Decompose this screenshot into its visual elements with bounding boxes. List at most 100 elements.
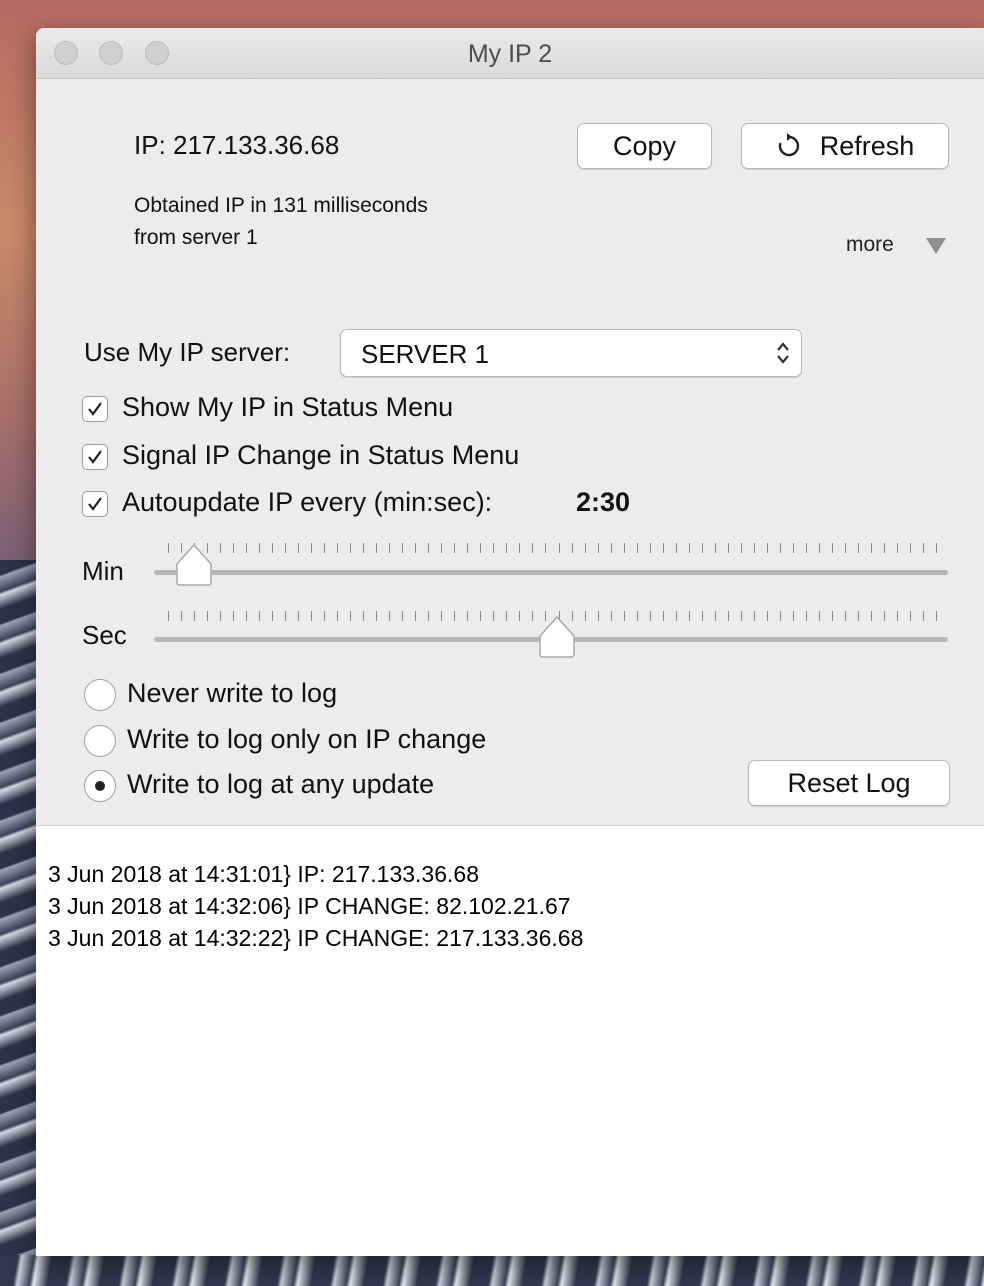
slider-tick (571, 543, 573, 553)
slider-tick (558, 543, 560, 553)
slider-tick (649, 543, 651, 553)
refresh-button[interactable]: Refresh (741, 123, 949, 169)
slider-tick (623, 611, 625, 621)
slider-tick (714, 543, 716, 553)
slider-tick (324, 611, 326, 621)
slider-tick (493, 543, 495, 553)
slider-tick (675, 543, 677, 553)
never-write-log-radio[interactable] (84, 679, 116, 711)
slider-tick (298, 611, 300, 621)
more-toggle-label[interactable]: more (846, 233, 894, 257)
show-in-status-menu-label[interactable]: Show My IP in Status Menu (122, 392, 453, 423)
slider-tick (402, 543, 404, 553)
never-write-log-label[interactable]: Never write to log (127, 678, 337, 709)
checkmark-icon (88, 450, 102, 464)
slider-tick (259, 543, 261, 553)
slider-tick (883, 611, 885, 621)
slider-tick (376, 611, 378, 621)
copy-button-label: Copy (612, 130, 677, 161)
write-any-update-radio[interactable] (84, 770, 116, 802)
slider-tick (831, 543, 833, 553)
slider-tick (740, 611, 742, 621)
slider-tick (857, 543, 859, 553)
write-on-change-radio[interactable] (84, 725, 116, 757)
slider-tick (675, 611, 677, 621)
min-slider-knob[interactable] (174, 542, 214, 588)
slider-tick (389, 611, 391, 621)
slider-tick (818, 611, 820, 621)
autoupdate-checkbox[interactable] (82, 491, 108, 517)
slider-tick (896, 543, 898, 553)
min-slider-label: Min (82, 556, 124, 586)
slider-tick (441, 611, 443, 621)
slider-tick (740, 543, 742, 553)
slider-tick (688, 543, 690, 553)
slider-tick (766, 543, 768, 553)
slider-tick (519, 611, 521, 621)
slider-tick (376, 543, 378, 553)
app-window: My IP 2 IP: 217.133.36.68 Copy Refresh O… (36, 28, 984, 1256)
slider-tick (285, 611, 287, 621)
slider-tick (415, 611, 417, 621)
slider-tick (402, 611, 404, 621)
slider-tick (922, 611, 924, 621)
write-on-change-label[interactable]: Write to log only on IP change (127, 724, 486, 755)
reset-log-button-label: Reset Log (787, 767, 911, 798)
slider-tick (220, 543, 222, 553)
show-in-status-menu-checkbox[interactable] (82, 396, 108, 422)
slider-tick (688, 611, 690, 621)
slider-tick (636, 611, 638, 621)
slider-tick (805, 543, 807, 553)
log-line: 3 Jun 2018 at 14:32:06} IP CHANGE: 82.10… (48, 893, 571, 919)
slider-tick (909, 543, 911, 553)
slider-tick (792, 543, 794, 553)
slider-tick (597, 543, 599, 553)
slider-tick (480, 543, 482, 553)
slider-tick (519, 543, 521, 553)
log-text-area[interactable]: 3 Jun 2018 at 14:31:01} IP: 217.133.36.6… (36, 825, 984, 1256)
slider-tick (168, 543, 169, 553)
slider-tick (753, 543, 755, 553)
select-chevrons-icon (777, 342, 789, 364)
slider-tick (662, 611, 664, 621)
slider-tick (454, 543, 456, 553)
autoupdate-label[interactable]: Autoupdate IP every (min:sec): (122, 487, 492, 518)
slider-tick (363, 543, 365, 553)
window-title: My IP 2 (467, 40, 553, 68)
slider-tick (610, 611, 612, 621)
signal-ip-change-checkbox[interactable] (82, 444, 108, 470)
slider-tick (298, 543, 300, 553)
slider-tick (467, 543, 469, 553)
server-select[interactable]: SERVER 1 (340, 329, 802, 377)
slider-tick (545, 543, 547, 553)
slider-tick (610, 543, 612, 553)
min-slider-track[interactable] (154, 570, 948, 575)
slider-tick (506, 611, 508, 621)
write-any-update-label[interactable]: Write to log at any update (127, 769, 434, 800)
slider-tick (194, 611, 196, 621)
signal-ip-change-label[interactable]: Signal IP Change in Status Menu (122, 440, 519, 471)
slider-tick (415, 543, 417, 553)
server-select-value: SERVER 1 (361, 339, 490, 369)
slider-tick (506, 543, 508, 553)
reset-log-button[interactable]: Reset Log (748, 760, 950, 806)
slider-tick (857, 611, 859, 621)
slider-tick (727, 543, 729, 553)
slider-tick (272, 611, 274, 621)
slider-tick (337, 543, 339, 553)
slider-tick (454, 611, 456, 621)
slider-tick (831, 611, 833, 621)
copy-button[interactable]: Copy (577, 123, 712, 169)
slider-tick (233, 611, 235, 621)
slider-tick (844, 611, 846, 621)
autoupdate-interval-value: 2:30 (576, 487, 631, 517)
slider-tick (805, 611, 807, 621)
refresh-icon (776, 133, 802, 159)
obtained-time-text: Obtained IP in 131 milliseconds (134, 194, 428, 217)
disclosure-triangle-icon[interactable] (926, 238, 946, 254)
slider-tick (870, 543, 872, 553)
slider-tick (246, 611, 248, 621)
sec-slider-knob[interactable] (537, 614, 577, 660)
server-select-label: Use My IP server: (84, 337, 291, 367)
slider-tick (753, 611, 755, 621)
